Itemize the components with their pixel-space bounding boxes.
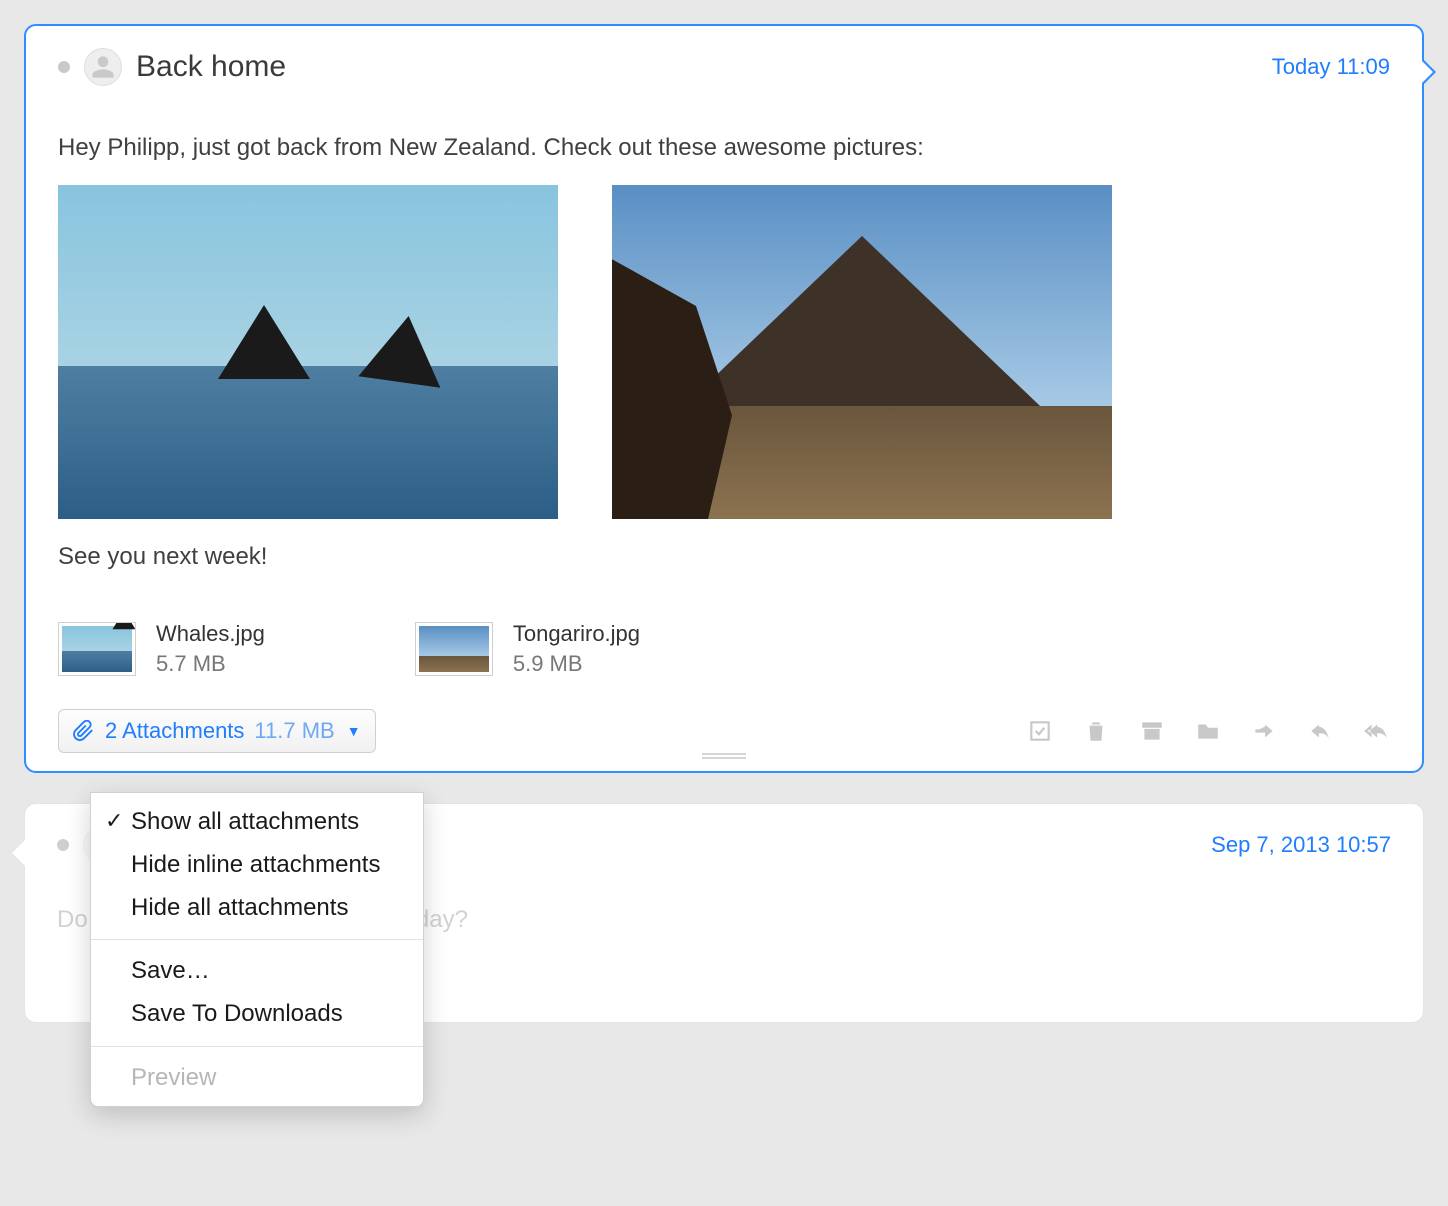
- message-header: Back home Today 11:09: [58, 48, 1390, 86]
- junk-icon[interactable]: [1026, 718, 1054, 744]
- message-timestamp: Today 11:09: [1272, 54, 1390, 80]
- message-footer: 2 Attachments 11.7 MB ▼: [58, 709, 1390, 753]
- message-card: Back home Today 11:09 Hey Philipp, just …: [24, 24, 1424, 773]
- attachment-thumbnail: [58, 622, 136, 676]
- unread-dot-icon: [58, 61, 70, 73]
- attachments-total-size: 11.7 MB: [254, 718, 334, 744]
- attachment-size: 5.9 MB: [513, 649, 640, 679]
- reply-all-icon[interactable]: [1362, 718, 1390, 744]
- folder-icon[interactable]: [1194, 718, 1222, 744]
- menu-item-show-all[interactable]: Show all attachments: [91, 801, 423, 844]
- menu-item-save-downloads[interactable]: Save To Downloads: [91, 993, 423, 1036]
- menu-item-preview: Preview: [91, 1057, 423, 1100]
- attachment-item[interactable]: Tongariro.jpg 5.9 MB: [415, 619, 640, 678]
- archive-icon[interactable]: [1138, 718, 1166, 744]
- unread-dot-icon: [57, 839, 69, 851]
- person-icon: [90, 54, 116, 80]
- menu-item-hide-all[interactable]: Hide all attachments: [91, 887, 423, 930]
- inline-images: [58, 185, 1390, 519]
- attachments-dropdown-button[interactable]: 2 Attachments 11.7 MB ▼: [58, 709, 376, 753]
- message-body-outro: See you next week!: [58, 543, 1390, 571]
- paperclip-icon: [73, 720, 95, 742]
- menu-separator: [91, 1046, 423, 1047]
- attachments-count-label: 2 Attachments: [105, 718, 244, 744]
- resize-grip-icon[interactable]: [702, 753, 746, 759]
- attachment-item[interactable]: Whales.jpg 5.7 MB: [58, 619, 265, 678]
- forward-icon[interactable]: [1250, 718, 1278, 744]
- message-subject: Back home: [136, 50, 286, 84]
- message-timestamp: Sep 7, 2013 10:57: [1211, 832, 1391, 858]
- attachments-dropdown-menu: Show all attachments Hide inline attachm…: [90, 792, 424, 1107]
- inline-image-whales[interactable]: [58, 185, 558, 519]
- avatar[interactable]: [84, 48, 122, 86]
- trash-icon[interactable]: [1082, 718, 1110, 744]
- reply-icon[interactable]: [1306, 718, 1334, 744]
- chevron-down-icon: ▼: [347, 723, 361, 739]
- inline-image-tongariro[interactable]: [612, 185, 1112, 519]
- menu-separator: [91, 939, 423, 940]
- menu-item-save[interactable]: Save…: [91, 950, 423, 993]
- attachment-name: Tongariro.jpg: [513, 619, 640, 649]
- message-actions: [1026, 718, 1390, 744]
- attachment-name: Whales.jpg: [156, 619, 265, 649]
- menu-item-hide-inline[interactable]: Hide inline attachments: [91, 844, 423, 887]
- attachment-thumbnail: [415, 622, 493, 676]
- message-body-intro: Hey Philipp, just got back from New Zeal…: [58, 132, 1390, 163]
- attachment-list: Whales.jpg 5.7 MB Tongariro.jpg 5.9 MB: [58, 619, 1390, 678]
- attachment-size: 5.7 MB: [156, 649, 265, 679]
